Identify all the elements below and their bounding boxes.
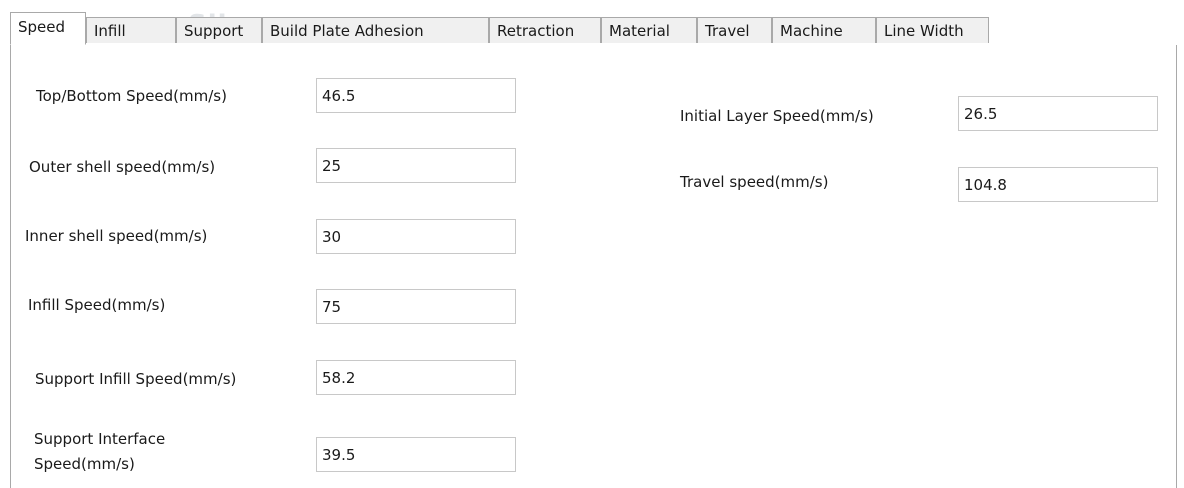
- tab-speed[interactable]: Speed: [10, 12, 86, 45]
- initial-layer-speed-field[interactable]: [958, 96, 1158, 131]
- support-interface-speed-label-line2: Speed(mm/s): [34, 455, 135, 473]
- infill-speed-label: Infill Speed(mm/s): [28, 296, 166, 314]
- support-infill-speed-label: Support Infill Speed(mm/s): [35, 370, 237, 388]
- top-bottom-speed-label: Top/Bottom Speed(mm/s): [36, 87, 227, 105]
- infill-speed-field[interactable]: [316, 289, 516, 324]
- speed-settings-panel: Top/Bottom Speed(mm/s) Outer shell speed…: [10, 45, 1177, 488]
- support-interface-speed-field[interactable]: [316, 437, 516, 472]
- tab-material[interactable]: Material: [601, 17, 697, 43]
- tab-line-width[interactable]: Line Width: [876, 17, 989, 43]
- tab-travel[interactable]: Travel: [697, 17, 772, 43]
- support-interface-speed-label-line1: Support Interface: [34, 430, 166, 448]
- initial-layer-speed-label: Initial Layer Speed(mm/s): [680, 107, 874, 125]
- travel-speed-label: Travel speed(mm/s): [680, 173, 829, 191]
- tab-machine[interactable]: Machine: [772, 17, 876, 43]
- inner-shell-speed-label: Inner shell speed(mm/s): [25, 227, 208, 245]
- tab-support[interactable]: Support: [176, 17, 262, 43]
- top-bottom-speed-field[interactable]: [316, 78, 516, 113]
- support-infill-speed-field[interactable]: [316, 360, 516, 395]
- outer-shell-speed-label: Outer shell speed(mm/s): [29, 158, 216, 176]
- tab-retraction[interactable]: Retraction: [489, 17, 601, 43]
- settings-tab-bar: Speed Infill Support Build Plate Adhesio…: [10, 10, 1175, 46]
- inner-shell-speed-field[interactable]: [316, 219, 516, 254]
- outer-shell-speed-field[interactable]: [316, 148, 516, 183]
- travel-speed-field[interactable]: [958, 167, 1158, 202]
- tab-infill[interactable]: Infill: [86, 17, 176, 43]
- tab-build-plate-adhesion[interactable]: Build Plate Adhesion: [262, 17, 489, 43]
